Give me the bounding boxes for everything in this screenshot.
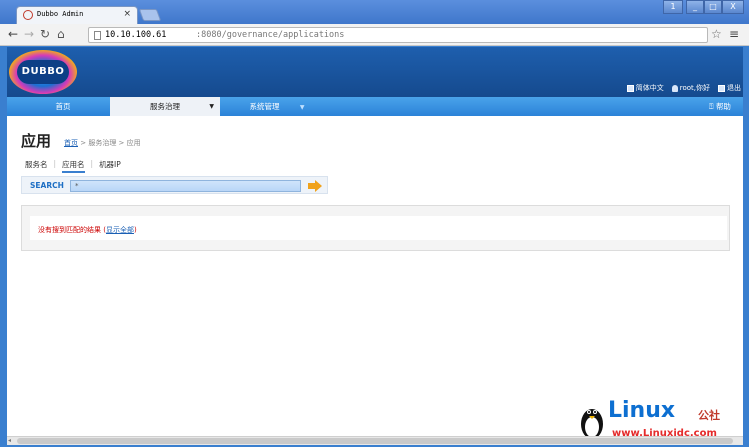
tab-service-name[interactable]: 服务名 [25,159,48,173]
browser-toolbar: ← → ↻ ⌂ 10.10.100.61 :8080/governance/ap… [0,24,749,46]
tab-close-button[interactable]: × [123,9,131,19]
nav-help[interactable]: ⍰ 帮助 [703,97,737,116]
forward-arrow-icon[interactable]: → [24,27,34,41]
nav-home-label: 首页 [55,102,71,111]
tab-separator: | [90,159,94,168]
tab-machine-ip[interactable]: 机器IP [99,159,121,173]
logout-link[interactable]: 退出 [718,83,741,93]
window-minimize-button[interactable]: _ [686,0,704,14]
url-path: :8080/governance/applications [196,30,345,40]
bookmark-star-icon[interactable]: ☆ [711,27,722,41]
header-links: 简体中文 root,你好 退出 [626,83,741,93]
url-host: 10.10.100.61 [105,30,167,40]
scrollbar-thumb[interactable] [17,438,733,444]
user-link[interactable]: root,你好 [671,83,710,93]
language-link[interactable]: 简体中文 [626,83,664,93]
search-arrow-icon[interactable] [308,180,322,192]
browser-tab[interactable]: Dubbo Admin × [16,6,138,24]
no-results-text: 没有搜到匹配的结果 [38,226,101,234]
address-bar[interactable]: 10.10.100.61 :8080/governance/applicatio… [88,27,708,43]
watermark-cn: 公社 [698,409,720,422]
doc-icon [626,84,634,92]
search-type-tabs: 服务名 | 应用名 | 机器IP [25,159,121,173]
user-label: root,你好 [679,84,710,92]
nav-service-label: 服务治理 [150,102,180,111]
nav-system-label: 系统管理 [249,102,280,111]
page-icon [94,31,101,40]
search-bar: SEARCH [21,176,328,194]
home-icon[interactable]: ⌂ [57,27,65,41]
language-label: 简体中文 [635,84,664,92]
breadcrumb-trail: > 服务治理 > 应用 [78,139,141,147]
nav-home[interactable]: 首页 [43,97,83,116]
chevron-down-icon: ▼ [299,104,305,111]
breadcrumb-home-link[interactable]: 首页 [64,139,78,147]
nav-system-management[interactable]: 系统管理 ▼ [237,97,317,116]
result-close-paren: ) [133,226,137,234]
scroll-left-icon[interactable]: ◂ [8,437,11,444]
watermark-title: Linux [608,398,676,423]
browser-tabstrip: Dubbo Admin × 1 _ □ X [0,0,749,24]
window-user-button[interactable]: 1 [663,0,683,14]
logo-text: DUBBO [21,66,65,77]
nav-service-governance[interactable]: 服务治理 ▼ [110,97,220,116]
dubbo-logo[interactable]: DUBBO [9,50,77,94]
tab-app-name[interactable]: 应用名 [62,159,85,173]
horizontal-scrollbar[interactable]: ◂ [7,436,743,445]
result-box: 没有搜到匹配的结果 (显示全部) [30,216,727,240]
reload-icon[interactable]: ↻ [40,27,50,41]
no-results-message: 没有搜到匹配的结果 (显示全部) [38,225,137,235]
back-arrow-icon[interactable]: ← [8,27,18,41]
dubbo-favicon-icon [23,10,33,20]
tab-separator: | [53,159,57,168]
window-maximize-button[interactable]: □ [704,0,722,14]
main-nav: 首页 服务治理 ▼ 系统管理 ▼ ⍰ 帮助 [7,97,743,116]
menu-icon[interactable]: ≡ [729,27,739,41]
chevron-down-icon: ▼ [209,103,214,110]
nav-help-label: 帮助 [715,102,731,111]
help-icon: ⍰ [709,102,714,111]
exit-icon [718,84,725,92]
app-header: DUBBO 简体中文 root,你好 退出 [7,47,743,97]
page-title: 应用 [21,132,52,150]
window-close-button[interactable]: X [722,0,744,14]
logout-label: 退出 [727,84,741,92]
user-icon [671,84,678,92]
penguin-icon [581,409,603,440]
breadcrumb: 首页 > 服务治理 > 应用 [64,138,141,148]
search-input[interactable] [70,180,301,192]
main-content: 应用 首页 > 服务治理 > 应用 服务名 | 应用名 | 机器IP SEARC… [7,116,743,436]
search-label: SEARCH [30,181,64,190]
new-tab-button[interactable] [138,9,162,21]
show-all-link[interactable]: 显示全部 [106,226,134,234]
tab-title: Dubbo Admin [37,10,84,18]
result-panel: 没有搜到匹配的结果 (显示全部) [21,205,730,251]
